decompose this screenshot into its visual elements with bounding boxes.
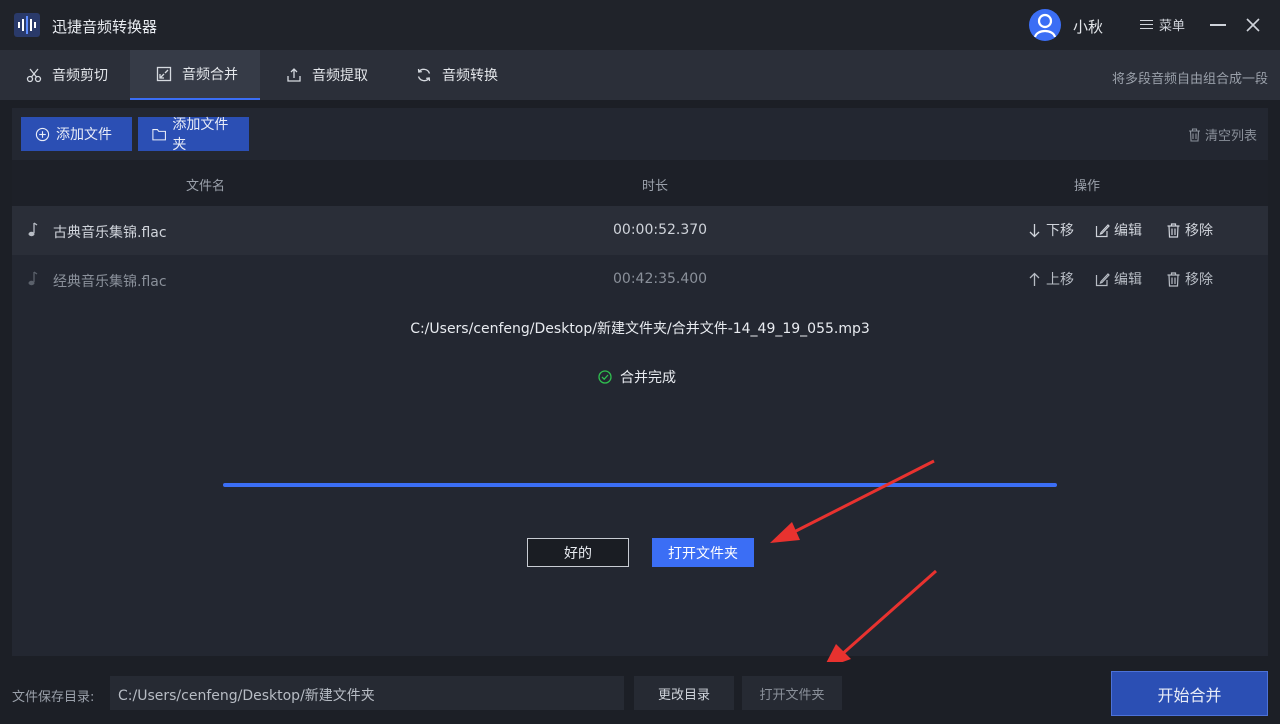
column-duration: 时长 — [642, 179, 669, 194]
output-file-path: C:/Users/cenfeng/Desktop/新建文件夹/合并文件-14_4… — [410, 321, 870, 337]
column-actions: 操作 — [1074, 179, 1101, 194]
file-duration: 00:42:35.400 — [613, 271, 708, 287]
remove-label: 移除 — [1185, 272, 1213, 288]
trash-icon — [1167, 222, 1180, 238]
app-title: 迅捷音频转换器 — [52, 18, 158, 36]
remove-button[interactable]: 移除 — [1166, 269, 1213, 289]
merge-icon — [156, 66, 172, 82]
add-file-label: 添加文件 — [56, 127, 112, 143]
open-folder-button[interactable]: 打开文件夹 — [652, 538, 754, 567]
column-filename: 文件名 — [186, 179, 226, 194]
tab-audio-extract[interactable]: 音频提取 — [260, 50, 390, 100]
remove-button[interactable]: 移除 — [1166, 220, 1213, 240]
move-up-button[interactable]: 上移 — [1027, 269, 1074, 289]
file-duration: 00:00:52.370 — [613, 222, 708, 238]
edit-label: 编辑 — [1114, 272, 1142, 288]
arrow-up-icon — [1029, 272, 1040, 286]
main-panel: 添加文件 添加文件夹 清空列表 文件名 时长 操作 古典音乐集锦.flac 00… — [12, 108, 1268, 656]
tab-hint: 将多段音频自由组合成一段 — [1111, 72, 1268, 87]
username[interactable]: 小秋 — [1073, 16, 1103, 37]
menu-label: 菜单 — [1159, 19, 1186, 34]
edit-button[interactable]: 编辑 — [1095, 269, 1142, 289]
menu-button[interactable]: 菜单 — [1140, 15, 1185, 34]
close-icon[interactable] — [1244, 16, 1262, 34]
trash-icon — [1167, 271, 1180, 287]
open-folder-bottom-button[interactable]: 打开文件夹 — [742, 676, 842, 710]
start-merge-button[interactable]: 开始合并 — [1111, 671, 1268, 716]
tab-audio-merge[interactable]: 音频合并 — [130, 50, 260, 100]
change-directory-button[interactable]: 更改目录 — [634, 676, 734, 710]
table-row[interactable]: 经典音乐集锦.flac 00:42:35.400 上移 编辑 移除 — [12, 255, 1268, 304]
tab-label: 音频剪切 — [52, 68, 108, 84]
hamburger-icon — [1140, 19, 1153, 30]
move-down-button[interactable]: 下移 — [1027, 220, 1074, 240]
progress-bar — [223, 483, 1057, 487]
tab-audio-convert[interactable]: 音频转换 — [390, 50, 520, 100]
tab-audio-cut[interactable]: 音频剪切 — [0, 50, 130, 100]
tab-label: 音频合并 — [182, 67, 238, 83]
user-avatar[interactable] — [1029, 9, 1061, 41]
add-file-button[interactable]: 添加文件 — [21, 117, 132, 151]
check-circle-icon — [598, 370, 612, 384]
tab-label: 音频提取 — [312, 68, 368, 84]
edit-button[interactable]: 编辑 — [1095, 220, 1142, 240]
tab-label: 音频转换 — [442, 68, 498, 84]
convert-icon — [417, 68, 431, 82]
move-label: 下移 — [1046, 223, 1074, 239]
extract-icon — [287, 68, 301, 82]
file-name: 古典音乐集锦.flac — [53, 225, 167, 241]
add-folder-label: 添加文件夹 — [172, 117, 229, 153]
add-folder-button[interactable]: 添加文件夹 — [138, 117, 249, 153]
bottom-bar: 文件保存目录: C:/Users/cenfeng/Desktop/新建文件夹 更… — [0, 662, 1280, 724]
ok-button[interactable]: 好的 — [527, 538, 629, 567]
edit-icon — [1095, 223, 1110, 237]
table-header: 文件名 时长 操作 — [12, 160, 1268, 206]
trash-icon — [1188, 127, 1200, 142]
music-note-icon — [28, 271, 38, 286]
arrow-down-icon — [1029, 223, 1040, 237]
minimize-button[interactable] — [1210, 24, 1226, 26]
file-name: 经典音乐集锦.flac — [53, 274, 167, 290]
move-label: 上移 — [1046, 272, 1074, 288]
music-note-icon — [28, 222, 38, 237]
user-icon — [1033, 13, 1057, 38]
edit-label: 编辑 — [1114, 223, 1142, 239]
title-bar: 迅捷音频转换器 小秋 菜单 — [0, 0, 1280, 50]
merge-complete-status: 合并完成 — [598, 367, 676, 387]
edit-icon — [1095, 272, 1110, 286]
app-logo-icon — [14, 13, 40, 37]
status-text: 合并完成 — [620, 370, 676, 386]
folder-icon — [152, 128, 166, 140]
clear-list-label: 清空列表 — [1204, 129, 1257, 144]
scissors-icon — [26, 68, 42, 83]
tab-bar: 音频剪切 音频合并 音频提取 音频转换 将多段音频自由组合成一段 — [0, 50, 1280, 100]
remove-label: 移除 — [1185, 223, 1213, 239]
table-row[interactable]: 古典音乐集锦.flac 00:00:52.370 下移 编辑 移除 — [12, 206, 1268, 255]
save-directory-label: 文件保存目录: — [12, 690, 95, 705]
plus-circle-icon — [35, 127, 50, 141]
clear-list-button[interactable]: 清空列表 — [1188, 125, 1257, 144]
save-directory-field[interactable]: C:/Users/cenfeng/Desktop/新建文件夹 — [110, 676, 624, 710]
